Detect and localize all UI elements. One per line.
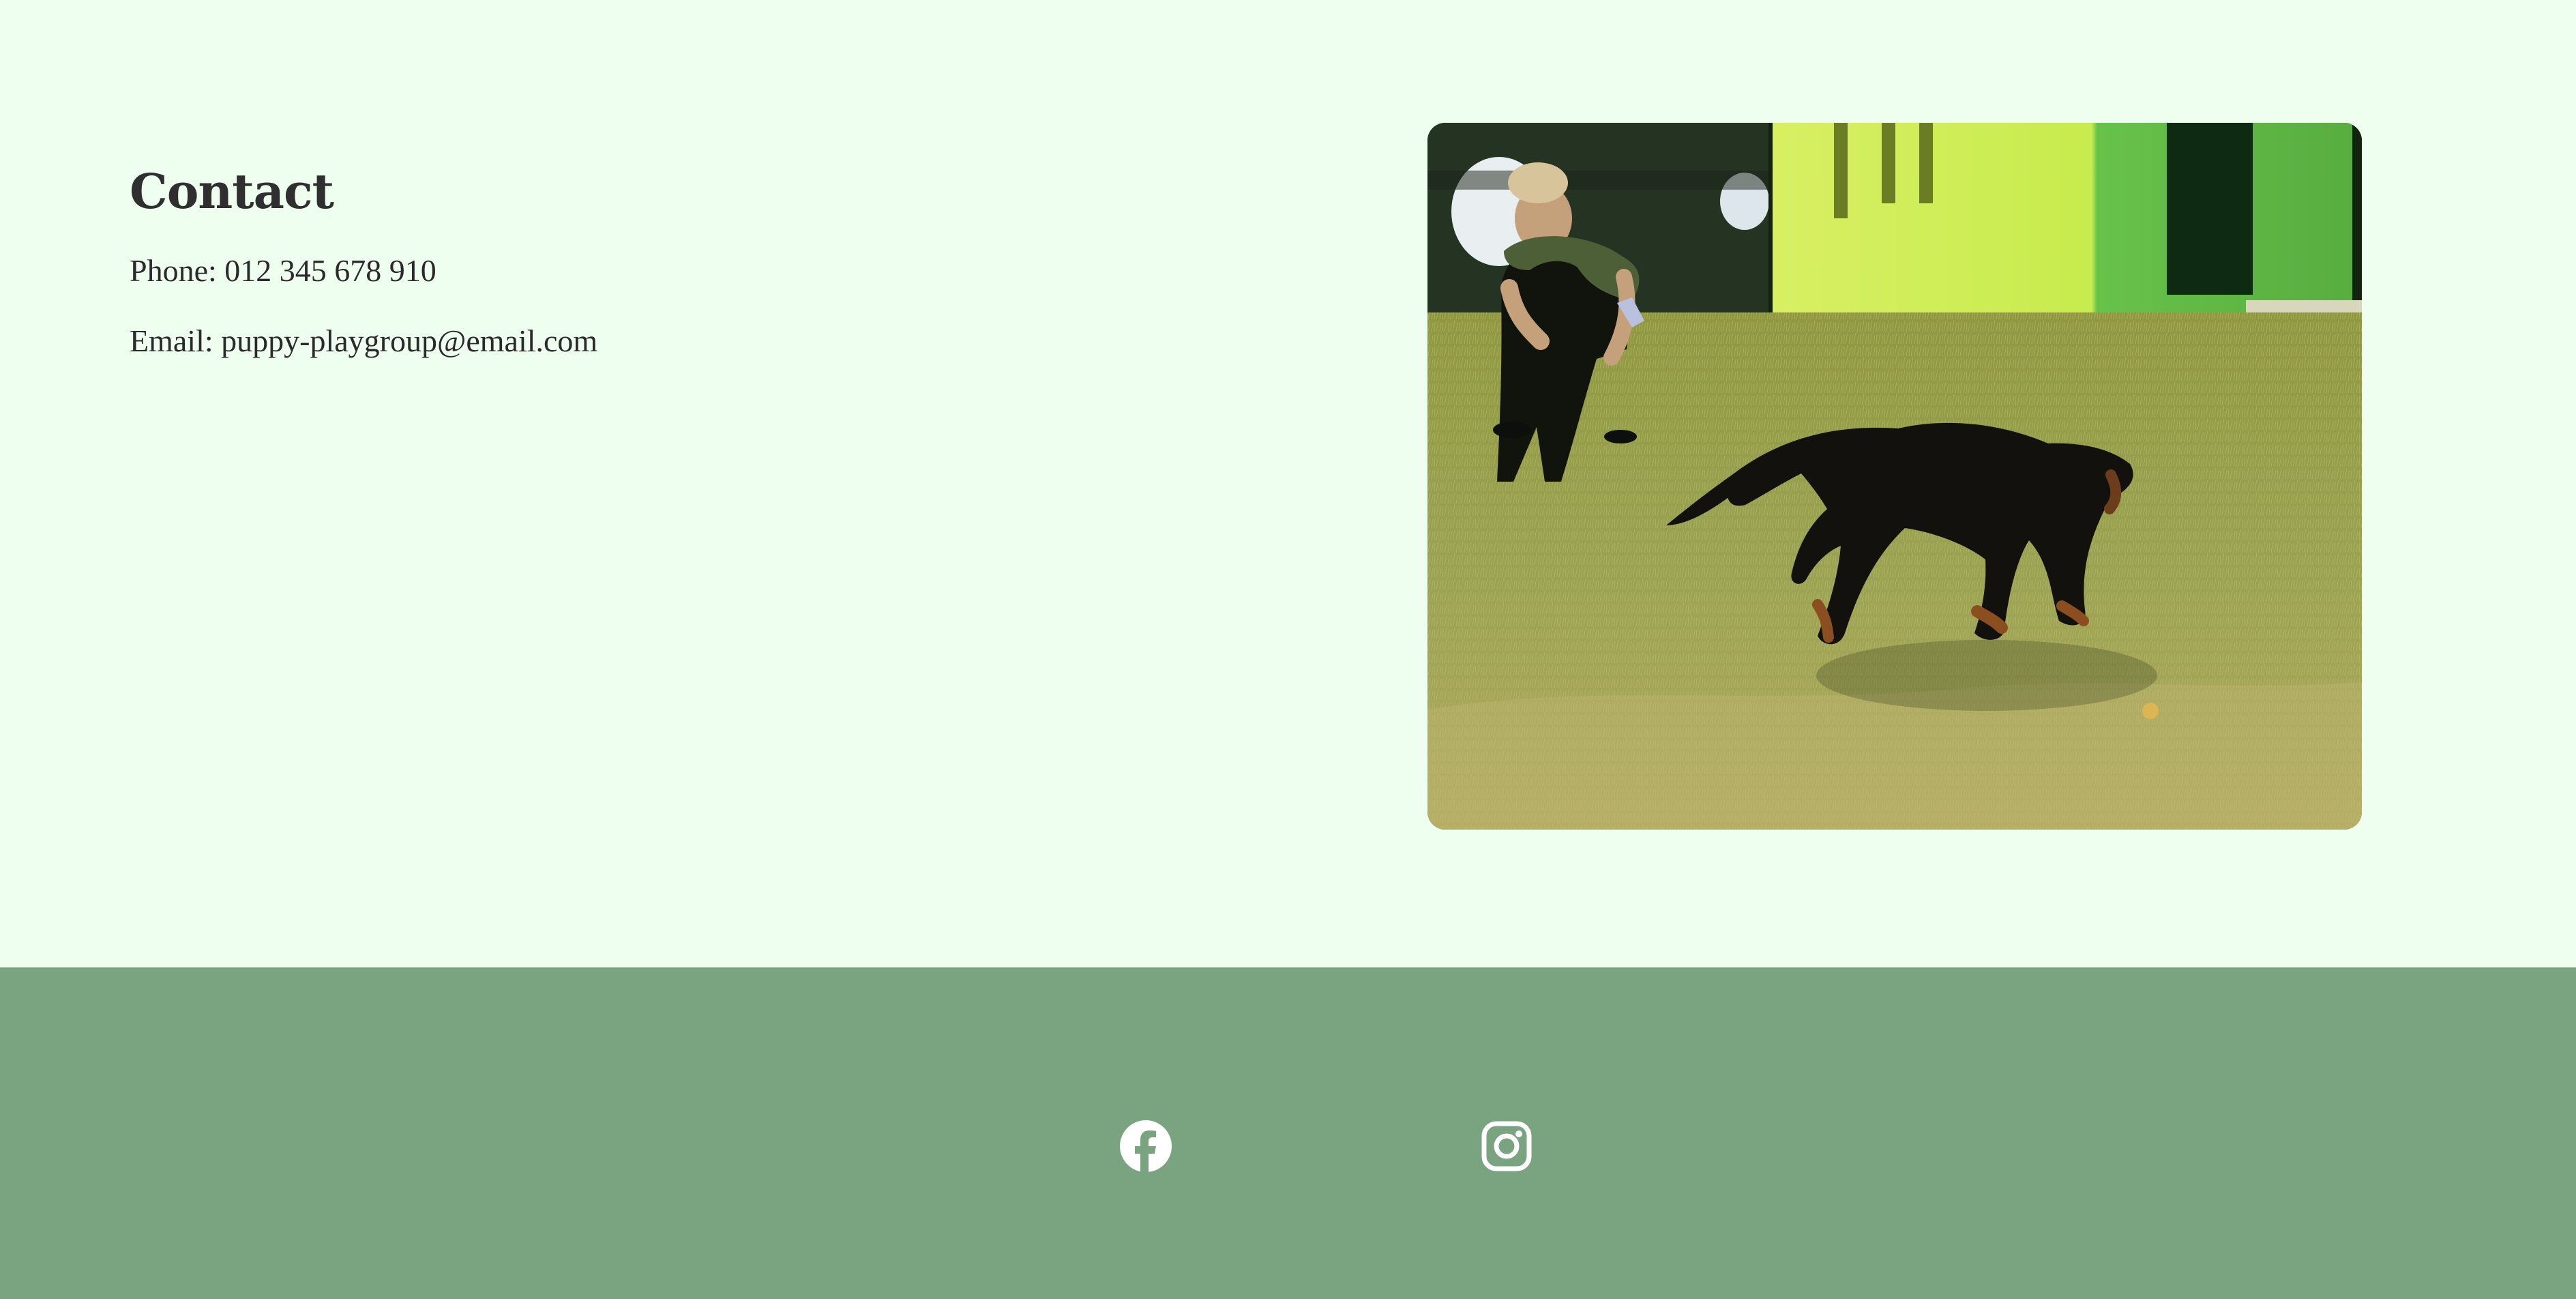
email-label: Email: [130,323,213,358]
puppy-photo [1427,123,2362,830]
phone-link[interactable]: 012 345 678 910 [224,253,436,288]
facebook-link[interactable] [1119,1119,1173,1173]
contact-section: Contact Phone: 012 345 678 910 Email: pu… [0,0,2576,967]
contact-details: Contact Phone: 012 345 678 910 Email: pu… [130,161,597,361]
email-line: Email: puppy-playgroup@email.com [130,321,597,361]
puppy-photo-illustration [1427,123,2362,830]
phone-label: Phone: [130,253,217,288]
footer [0,967,2576,1299]
phone-line: Phone: 012 345 678 910 [130,251,597,291]
instagram-link[interactable] [1479,1119,1534,1173]
contact-heading: Contact [130,163,334,220]
email-link[interactable]: puppy-playgroup@email.com [221,323,597,358]
instagram-icon [1481,1121,1532,1171]
facebook-icon [1120,1120,1172,1173]
